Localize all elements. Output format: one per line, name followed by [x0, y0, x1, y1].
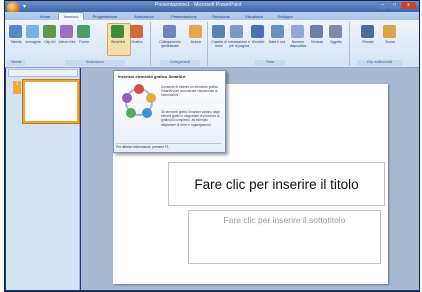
subtitle-placeholder[interactable]: Fare clic per inserire il sottotitolo — [188, 210, 381, 264]
tab-progettazione[interactable]: Progettazione — [87, 13, 123, 20]
tooltip-text-2: Gli elementi grafici SmartArt variano da… — [161, 110, 220, 127]
btn-album[interactable]: Album foto — [58, 40, 76, 44]
tab-home[interactable]: Home — [35, 13, 55, 20]
btn-grafico[interactable]: Grafico — [128, 40, 146, 44]
title-bar: ▾ Presentazione1 - Microsoft PowerPoint … — [5, 1, 419, 14]
pane-tabs[interactable] — [8, 69, 78, 77]
group-collegamenti: Collegamenti — [160, 60, 200, 66]
divider — [207, 22, 208, 66]
smartart-icon[interactable] — [111, 25, 124, 38]
picture-icon[interactable] — [26, 25, 39, 38]
clip-art-icon[interactable] — [43, 25, 56, 38]
smartart-graphic-icon — [122, 84, 156, 118]
chart-icon[interactable] — [130, 25, 143, 38]
btn-forme[interactable]: Forme — [75, 40, 93, 44]
btn-azione[interactable]: Azione — [187, 40, 205, 44]
shapes-icon[interactable] — [77, 25, 90, 38]
date-time-icon[interactable] — [271, 25, 284, 38]
btn-collegamento[interactable]: Collegamento ipertestuale — [157, 40, 183, 48]
btn-filmato[interactable]: Filmato — [359, 40, 377, 44]
btn-clipart[interactable]: Clip Art — [41, 40, 59, 44]
sound-icon[interactable] — [383, 25, 396, 38]
slide-thumbnail[interactable] — [23, 80, 79, 123]
symbol-icon[interactable] — [310, 25, 323, 38]
tab-presentazione[interactable]: Presentazione — [165, 13, 203, 20]
btn-smartart[interactable]: SmartArt — [109, 40, 127, 44]
btn-wordart[interactable]: WordArt — [249, 40, 267, 44]
group-testo: Testo — [255, 60, 285, 66]
btn-numero[interactable]: Numero diapositiva — [288, 40, 308, 48]
action-icon[interactable] — [189, 25, 202, 38]
tooltip-footer: Per ulteriori informazioni, premere F1. — [116, 143, 221, 150]
hyperlink-icon[interactable] — [163, 25, 176, 38]
title-placeholder[interactable]: Fare clic per inserire il titolo — [168, 162, 385, 206]
slide-number-icon[interactable] — [291, 25, 304, 38]
divider — [150, 22, 151, 66]
text-box-icon[interactable] — [212, 25, 225, 38]
tab-inserisci[interactable]: Inserisci — [58, 12, 84, 20]
group-tabelle: Tabelle — [7, 60, 25, 66]
quick-access-toolbar[interactable]: ▾ — [23, 3, 41, 10]
btn-suono[interactable]: Suono — [381, 40, 399, 44]
tab-animazioni[interactable]: Animazioni — [128, 13, 160, 20]
tab-revisione[interactable]: Revisione — [207, 13, 235, 20]
btn-tabella[interactable]: Tabella — [7, 40, 25, 44]
table-icon[interactable] — [9, 25, 22, 38]
maximize-button[interactable]: □ — [389, 2, 400, 9]
tooltip-text-1: Consente di inserire un elemento grafico… — [161, 85, 219, 98]
powerpoint-window: ▾ Presentazione1 - Microsoft PowerPoint … — [4, 0, 420, 292]
tooltip-title: Inserisci elemento grafico SmartArt — [118, 74, 186, 79]
header-footer-icon[interactable] — [230, 25, 243, 38]
divider — [349, 22, 350, 66]
minimize-button[interactable]: – — [377, 2, 388, 9]
wordart-icon[interactable] — [251, 25, 264, 38]
btn-oggetto[interactable]: Oggetto — [327, 40, 345, 44]
btn-immagine[interactable]: Immagine — [24, 40, 42, 44]
ribbon-tabs: Home Inserisci Progettazione Animazioni … — [5, 12, 419, 20]
btn-simbolo[interactable]: Simbolo — [308, 40, 326, 44]
window-title: Presentazione1 - Microsoft PowerPoint — [155, 2, 242, 8]
group-clip: Clip multimediali — [357, 60, 402, 66]
movie-icon[interactable] — [361, 25, 374, 38]
photo-album-icon[interactable] — [60, 25, 73, 38]
smartart-tooltip: Inserisci elemento grafico SmartArt Cons… — [113, 70, 226, 153]
close-button[interactable]: x — [401, 2, 416, 9]
tab-visualizza[interactable]: Visualizza — [239, 13, 269, 20]
btn-intestazione[interactable]: Intestazione e piè di pagina — [228, 40, 250, 48]
btn-casella[interactable]: Casella di testo — [210, 40, 228, 48]
slides-pane: 1 — [6, 68, 80, 290]
ribbon: Tabella Immagine Clip Art Album foto For… — [5, 20, 419, 68]
object-icon[interactable] — [329, 25, 342, 38]
tab-sviluppo[interactable]: Sviluppo — [273, 13, 297, 20]
slide-number-badge: 1 — [13, 81, 21, 94]
group-illustrazioni: Illustrazioni — [65, 60, 125, 66]
btn-data[interactable]: Data e ora — [268, 40, 286, 44]
